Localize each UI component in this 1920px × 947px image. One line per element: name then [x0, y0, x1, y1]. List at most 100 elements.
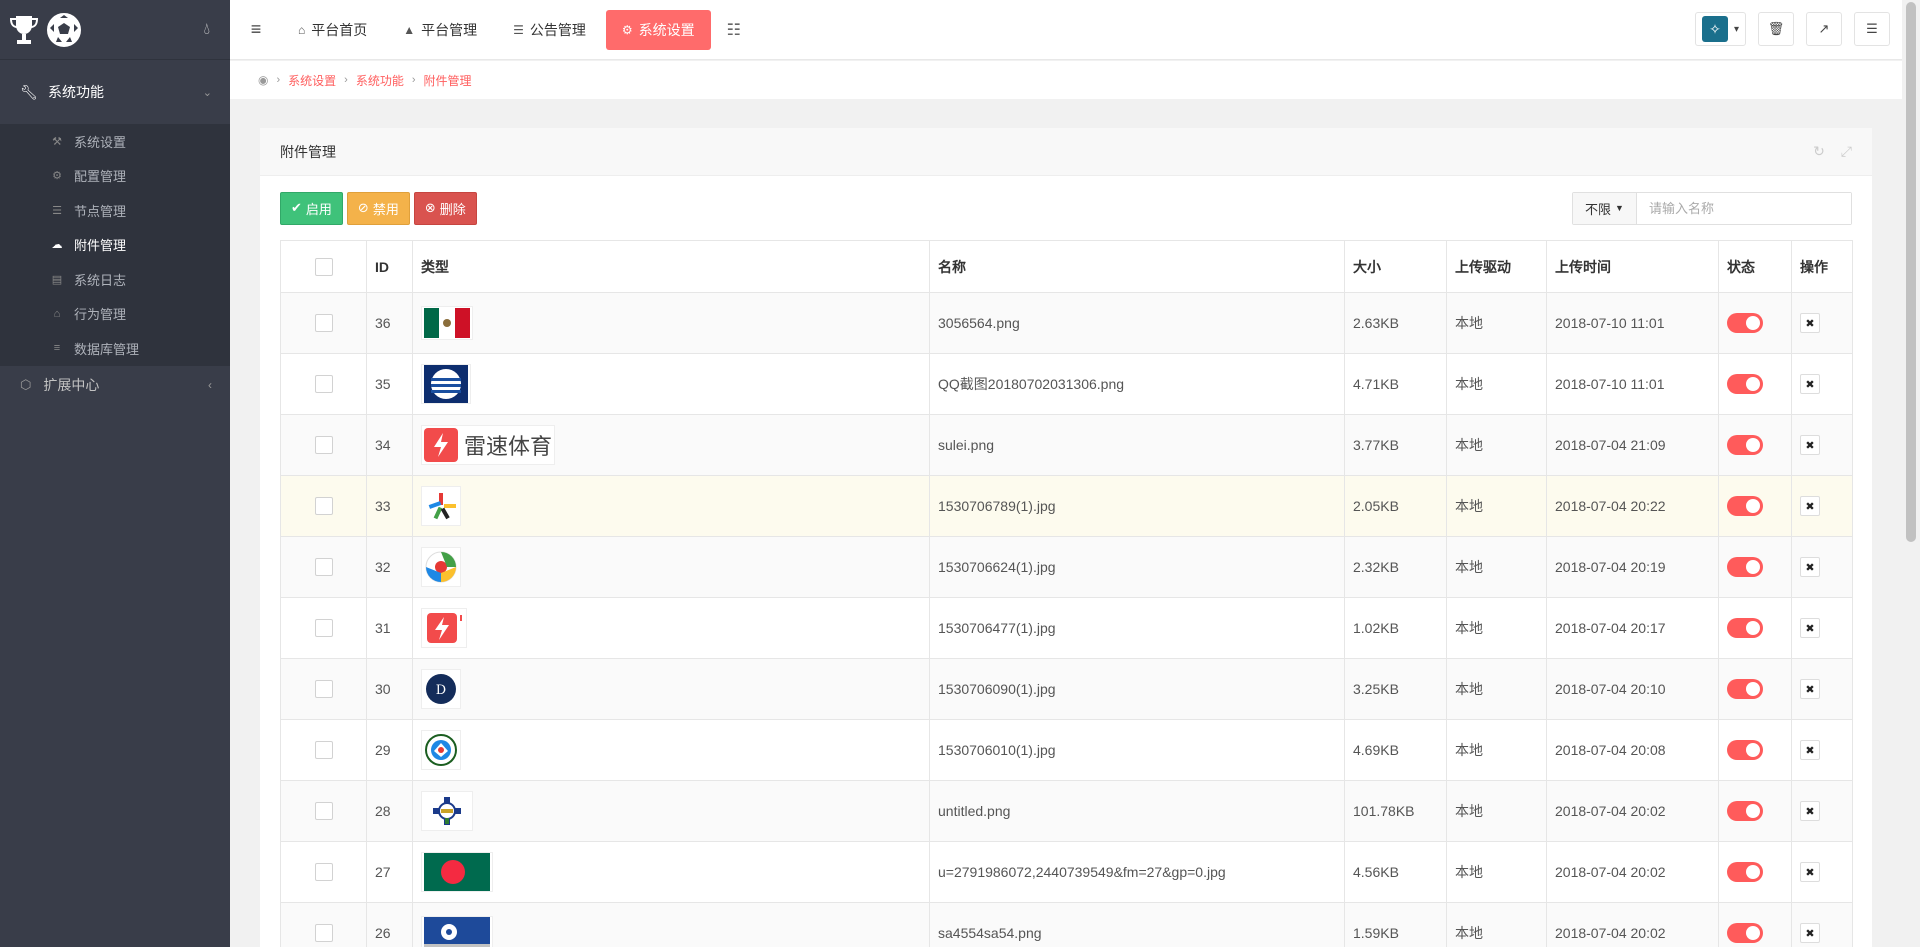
row-checkbox[interactable] [314, 741, 333, 760]
breadcrumb-item[interactable]: 系统功能 [356, 72, 404, 89]
cell-size: 2.05KB [1344, 475, 1447, 537]
row-checkbox[interactable] [314, 863, 333, 882]
delete-row-button[interactable]: ✖ [1800, 862, 1820, 882]
delete-row-button[interactable]: ✖ [1800, 801, 1820, 821]
top-nav-platform[interactable]: ▲ 平台管理 [387, 10, 493, 50]
sidebar-item-config[interactable]: ⚙ 配置管理 [0, 159, 230, 194]
row-checkbox[interactable] [314, 314, 333, 333]
settings-panel-button[interactable]: ☰ [1854, 12, 1890, 46]
status-toggle[interactable] [1727, 740, 1763, 760]
attachment-thumbnail[interactable] [421, 852, 493, 892]
row-select-cell [280, 536, 367, 598]
attachment-thumbnail[interactable]: D [421, 669, 461, 709]
scrollbar-thumb[interactable] [1906, 2, 1916, 542]
delete-row-button[interactable]: ✖ [1800, 618, 1820, 638]
sidebar-group-system[interactable]: 🔧︎ 系统功能 ⌄ [0, 60, 230, 124]
cell-driver: 本地 [1446, 902, 1547, 947]
attachment-thumbnail[interactable] [421, 916, 493, 947]
attachment-thumbnail[interactable] [421, 608, 467, 648]
select-all-checkbox[interactable] [314, 257, 333, 276]
svg-text:D: D [436, 683, 446, 698]
filter-dropdown[interactable]: 不限 ▼ [1573, 192, 1637, 224]
row-checkbox[interactable] [314, 558, 333, 577]
cell-name: 1530706090(1).jpg [929, 658, 1345, 720]
ban-icon: ⊘ [357, 200, 369, 215]
wrench-icon: 🔧︎ [20, 83, 38, 100]
delete-row-button[interactable]: ✖ [1800, 435, 1820, 455]
top-nav-notices[interactable]: ☰ 公告管理 [497, 10, 602, 50]
disable-button[interactable]: ⊘ 禁用 [346, 191, 410, 225]
delete-row-button[interactable]: ✖ [1800, 679, 1820, 699]
attachment-thumbnail[interactable] [421, 547, 461, 587]
delete-row-button[interactable]: ✖ [1800, 374, 1820, 394]
sidebar-group-extensions[interactable]: ⬡ 扩展中心 ‹ [0, 366, 230, 404]
user-menu-button[interactable]: ✧ ▾ [1694, 12, 1746, 46]
status-toggle[interactable] [1727, 313, 1763, 333]
status-toggle[interactable] [1727, 374, 1763, 394]
cell-size: 2.63KB [1344, 292, 1447, 354]
page-title: 附件管理 [280, 143, 336, 160]
column-header: 上传时间 [1546, 240, 1719, 293]
expand-icon[interactable]: ⤢ [1841, 143, 1852, 160]
chevron-down-icon: ⌄ [202, 86, 212, 99]
status-toggle[interactable] [1727, 923, 1763, 943]
delete-row-button[interactable]: ✖ [1800, 923, 1820, 943]
fullscreen-button[interactable]: ↗ [1806, 12, 1842, 46]
clear-cache-button[interactable]: 🗑︎ [1758, 12, 1794, 46]
row-select-cell [280, 292, 367, 354]
attachment-thumbnail[interactable] [421, 486, 461, 526]
search-input[interactable] [1637, 192, 1851, 224]
status-toggle[interactable] [1727, 618, 1763, 638]
row-select-cell [280, 658, 367, 720]
enable-button[interactable]: ✔ 启用 [280, 191, 343, 225]
status-toggle[interactable] [1727, 557, 1763, 577]
status-toggle[interactable] [1727, 801, 1763, 821]
attachment-thumbnail[interactable] [421, 364, 471, 404]
row-checkbox[interactable] [314, 802, 333, 821]
sidebar-item-nodes[interactable]: ☰ 节点管理 [0, 193, 230, 228]
sidebar-group-label: 扩展中心 [43, 376, 100, 393]
row-checkbox[interactable] [314, 436, 333, 455]
grid-icon[interactable]: ☷ [715, 20, 753, 40]
sidebar-item-database[interactable]: ≡ 数据库管理 [0, 331, 230, 366]
status-toggle[interactable] [1727, 496, 1763, 516]
theme-drop-icon[interactable]: 💧︎ [204, 21, 210, 39]
breadcrumb-item[interactable]: 附件管理 [424, 72, 472, 89]
status-toggle[interactable] [1727, 679, 1763, 699]
cell-name: 1530706010(1).jpg [929, 719, 1345, 781]
cell-driver: 本地 [1446, 597, 1547, 659]
status-toggle[interactable] [1727, 862, 1763, 882]
delete-row-button[interactable]: ✖ [1800, 740, 1820, 760]
row-checkbox[interactable] [314, 924, 333, 943]
attachment-thumbnail[interactable] [421, 730, 461, 770]
row-checkbox[interactable] [314, 619, 333, 638]
delete-button[interactable]: ⊗ 删除 [413, 191, 477, 225]
cell-actions: ✖ [1791, 719, 1853, 781]
top-nav-settings[interactable]: ⚙ 系统设置 [605, 9, 711, 50]
breadcrumb-item[interactable]: 系统设置 [288, 72, 336, 89]
sidebar-item-label: 行为管理 [74, 307, 127, 323]
delete-row-button[interactable]: ✖ [1800, 313, 1820, 333]
status-toggle[interactable] [1727, 435, 1763, 455]
attachment-thumbnail[interactable]: 雷速体育 [421, 425, 556, 465]
vertical-scrollbar[interactable] [1902, 0, 1920, 947]
wrench-icon: ⚒ [52, 135, 62, 148]
column-header: 名称 [929, 240, 1345, 293]
attachment-thumbnail[interactable] [421, 791, 473, 831]
user-icon: ▲ [403, 22, 416, 37]
sidebar-item-system-settings[interactable]: ⚒ 系统设置 [0, 124, 230, 159]
sidebar-item-actions[interactable]: ⌂ 行为管理 [0, 297, 230, 332]
sidebar-item-logs[interactable]: ▤ 系统日志 [0, 262, 230, 297]
top-nav-home[interactable]: ⌂ 平台首页 [282, 10, 383, 50]
attachment-thumbnail[interactable] [421, 306, 473, 340]
refresh-icon[interactable]: ↻ [1813, 143, 1825, 160]
row-select-cell [280, 414, 367, 476]
delete-row-button[interactable]: ✖ [1800, 496, 1820, 516]
row-checkbox[interactable] [314, 375, 333, 394]
menu-toggle-icon[interactable]: ≡ [230, 19, 282, 40]
sidebar-item-attachments[interactable]: ☁ 附件管理 [0, 228, 230, 263]
sidebar-item-label: 附件管理 [74, 238, 127, 254]
row-checkbox[interactable] [314, 680, 333, 699]
delete-row-button[interactable]: ✖ [1800, 557, 1820, 577]
row-checkbox[interactable] [314, 497, 333, 516]
